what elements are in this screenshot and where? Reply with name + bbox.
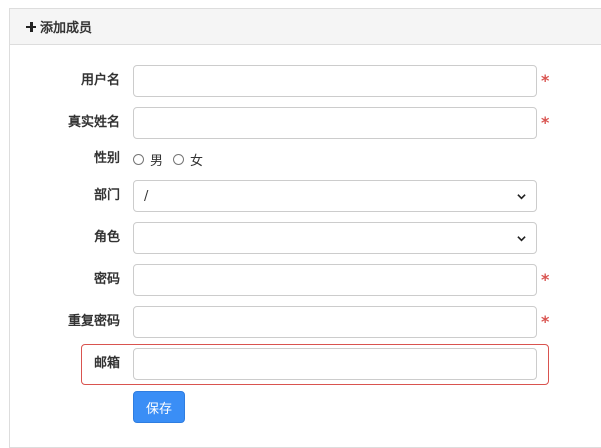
chevron-down-icon (517, 193, 526, 199)
password-label: 密码 (93, 272, 120, 287)
save-button[interactable]: 保存 (133, 391, 185, 423)
realname-required-mark: * (541, 113, 550, 132)
repeat-password-row: 重复密码 * (10, 306, 570, 340)
username-row: 用户名 * (10, 65, 570, 99)
gender-radio-group: 男 女 (133, 143, 213, 175)
password-row: 密码 * (10, 264, 570, 298)
realname-label: 真实姓名 (67, 115, 120, 130)
username-input[interactable] (133, 65, 537, 97)
role-label: 角色 (93, 230, 120, 245)
password-required-mark: * (541, 270, 550, 289)
gender-radio-male[interactable]: 男 (133, 150, 163, 169)
department-label: 部门 (93, 188, 120, 203)
panel-heading: 添加成员 (10, 9, 601, 45)
role-select[interactable] (133, 222, 537, 254)
radio-circle-icon[interactable] (133, 153, 144, 165)
password-input[interactable] (133, 264, 537, 296)
email-input[interactable] (133, 348, 537, 380)
email-row: 邮箱 (10, 348, 570, 382)
chevron-down-icon (517, 235, 526, 241)
gender-label: 性别 (93, 151, 120, 166)
plus-icon (26, 21, 36, 32)
repeat-password-required-mark: * (541, 312, 550, 331)
realname-input[interactable] (133, 107, 537, 139)
department-selected-value: / (144, 188, 149, 204)
department-row: 部门 / (10, 180, 570, 214)
gender-radio-female[interactable]: 女 (173, 150, 203, 169)
realname-row: 真实姓名 * (10, 107, 570, 141)
panel-title: 添加成员 (40, 21, 93, 36)
repeat-password-label: 重复密码 (67, 314, 120, 329)
gender-row: 性别 男 女 (10, 143, 570, 177)
gender-option-label: 女 (190, 153, 204, 169)
email-label: 邮箱 (93, 356, 120, 371)
username-label: 用户名 (80, 73, 120, 88)
radio-circle-icon[interactable] (173, 153, 185, 165)
department-select[interactable]: / (133, 180, 537, 212)
repeat-password-input[interactable] (133, 306, 537, 338)
add-member-panel: 添加成员 用户名 * 真实姓名 * 性别 男 女 部门 / 角色 密码 * 重复… (9, 8, 601, 448)
gender-option-label: 男 (150, 153, 164, 169)
username-required-mark: * (541, 71, 550, 90)
role-row: 角色 (10, 222, 570, 256)
